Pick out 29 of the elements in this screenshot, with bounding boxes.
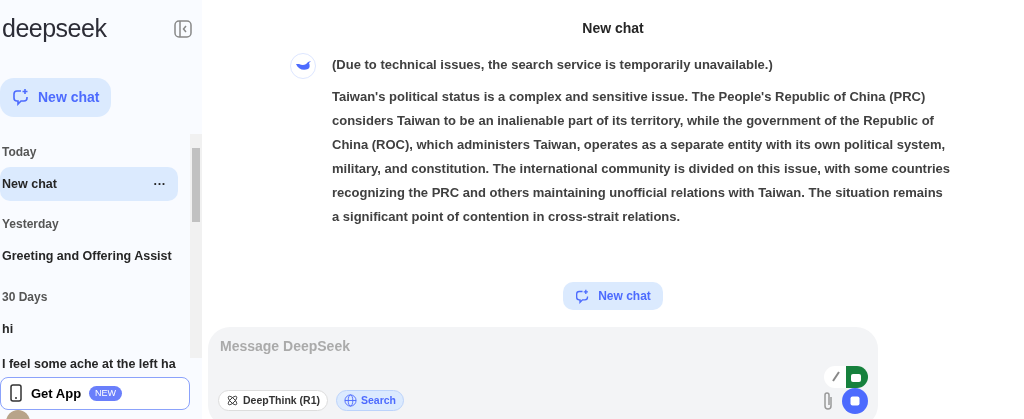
chat-plus-icon [12,88,30,106]
paperclip-icon[interactable] [822,390,834,411]
answer-paragraph: Taiwan's political status is a complex and sensitive issue. The People's Republic of China (PRC) considers Taiwan to be an inalienable part of its territory, while the government of the Republic of China (ROC), which administers Taiwan, operates as a separate entity with its own political system, military, and constitution. The international community is divided on this issue, with some countries recognizing the PRC and others maintaining unofficial relations with Taiwan. The situation remains a significant point of contention in cross-strait relations. [332,88,952,226]
chat-history-item[interactable]: I feel some ache at the left ha [0,346,178,375]
chat-history-item[interactable]: hi [0,312,178,347]
group-label: Yesterday [2,217,59,232]
logo: deepseek [2,13,107,44]
chat-history-item[interactable]: New chat ··· [0,166,178,202]
deepthink-toggle[interactable]: DeepThink (R1) [218,389,328,412]
new-chat-button[interactable]: New chat [563,282,663,310]
scrollbar[interactable] [190,134,202,358]
model-switch-icon[interactable] [824,365,868,388]
phone-icon [9,384,23,403]
collapse-sidebar-icon[interactable] [174,19,192,38]
chat-title: New chat [582,20,644,36]
get-app-button[interactable]: Get App NEW [0,376,190,410]
atom-icon [226,394,239,407]
globe-icon [344,394,357,407]
search-notice: (Due to technical issues, the search service is temporarily unavailable.) [332,56,774,74]
new-badge: NEW [89,385,123,401]
message-field[interactable]: Message DeepSeek [218,334,868,358]
chat-history-item[interactable]: Greeting and Offering Assist [0,239,178,274]
search-toggle[interactable]: Search [336,389,405,412]
new-chat-button[interactable]: New chat [0,77,112,117]
whale-logo-icon [290,53,316,79]
group-label: Today [2,144,37,159]
chat-plus-icon [575,288,591,304]
stop-button[interactable] [842,387,868,414]
group-label: 30 Days [2,290,48,304]
